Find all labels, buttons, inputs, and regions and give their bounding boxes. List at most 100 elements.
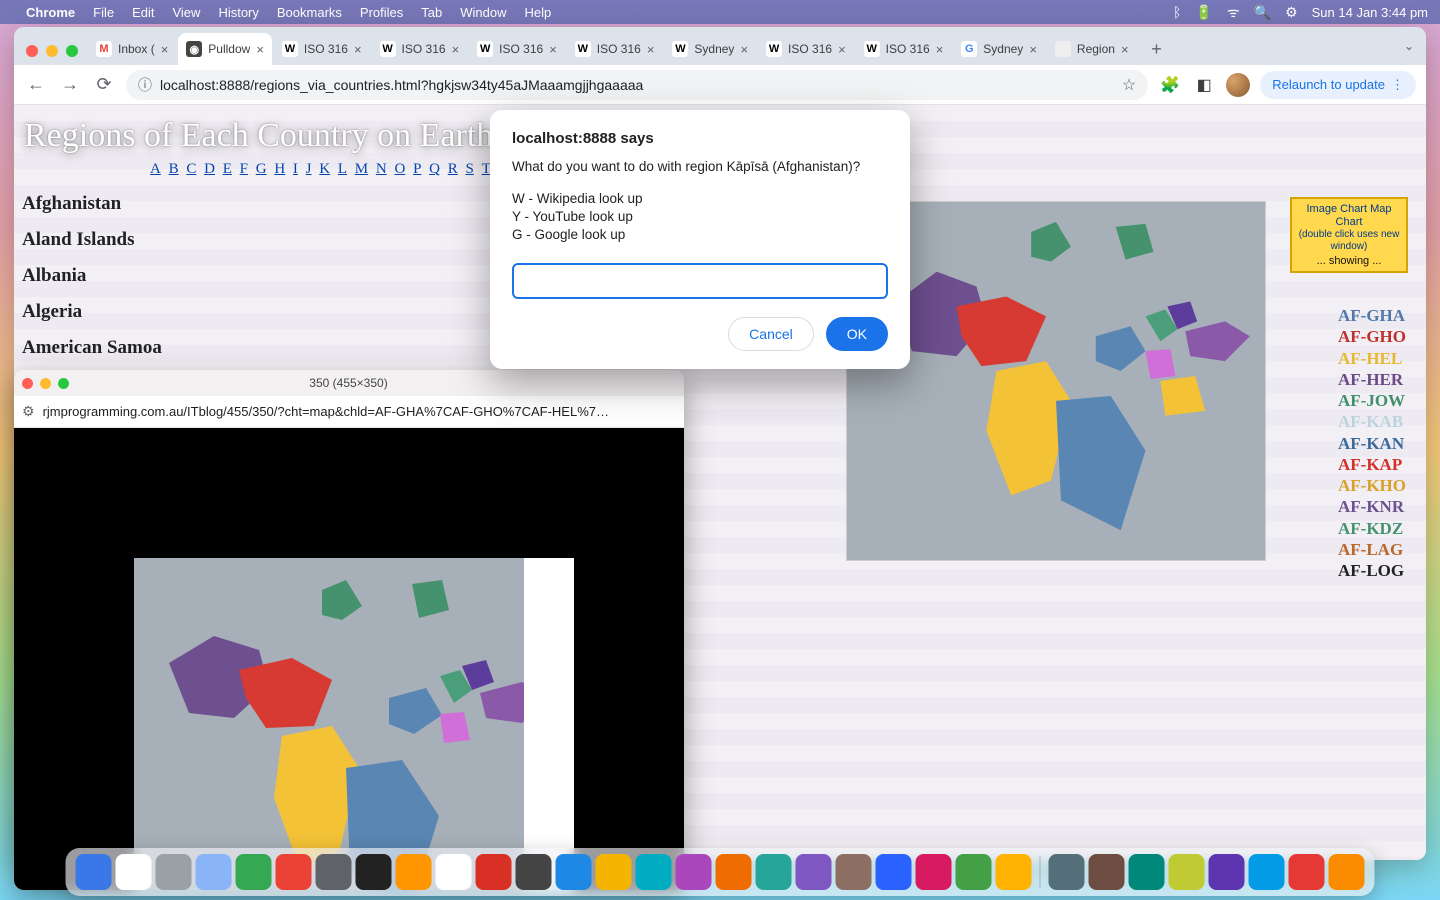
dock-app-icon[interactable] (76, 854, 112, 890)
dock-app-icon[interactable] (1129, 854, 1165, 890)
alpha-link[interactable]: E (223, 161, 232, 177)
dock-app-icon[interactable] (996, 854, 1032, 890)
dock-app-icon[interactable] (396, 854, 432, 890)
popup-close-button[interactable] (22, 378, 33, 389)
alpha-link[interactable]: I (293, 161, 298, 177)
dialog-ok-button[interactable]: OK (826, 317, 888, 351)
alpha-link[interactable]: N (376, 161, 387, 177)
alpha-link[interactable]: C (186, 161, 196, 177)
region-code[interactable]: AF-HEL (1338, 348, 1406, 369)
maximize-window-button[interactable] (66, 45, 78, 57)
menu-edit[interactable]: Edit (132, 5, 154, 20)
region-code[interactable]: AF-KHO (1338, 475, 1406, 496)
browser-tab[interactable]: MInbox (× (88, 33, 176, 65)
dock-app-icon[interactable] (436, 854, 472, 890)
dock-app-icon[interactable] (916, 854, 952, 890)
alpha-link[interactable]: B (169, 161, 179, 177)
dock-app-icon[interactable] (716, 854, 752, 890)
dock-app-icon[interactable] (476, 854, 512, 890)
tab-close-icon[interactable]: × (161, 42, 169, 57)
extensions-icon[interactable]: 🧩 (1158, 75, 1182, 95)
dock-app-icon[interactable] (276, 854, 312, 890)
popup-site-settings-icon[interactable]: ⚙ (22, 403, 35, 420)
dialog-input[interactable] (512, 263, 888, 299)
control-center-icon[interactable]: ⚙ (1285, 4, 1298, 21)
dock-app-icon[interactable] (236, 854, 272, 890)
tab-close-icon[interactable]: × (740, 42, 748, 57)
dock-app-icon[interactable] (956, 854, 992, 890)
dock-app-icon[interactable] (636, 854, 672, 890)
menu-file[interactable]: File (93, 5, 114, 20)
reload-button[interactable]: ⟳ (92, 74, 116, 95)
popup-minimize-button[interactable] (40, 378, 51, 389)
region-code[interactable]: AF-KAP (1338, 454, 1406, 475)
bookmark-star-icon[interactable]: ☆ (1122, 75, 1136, 95)
browser-tab[interactable]: WSydney× (664, 33, 756, 65)
dock-app-icon[interactable] (156, 854, 192, 890)
dock-app-icon[interactable] (1249, 854, 1285, 890)
dock-app-icon[interactable] (1209, 854, 1245, 890)
forward-button[interactable]: → (58, 74, 82, 95)
battery-icon[interactable]: 🔋 (1195, 4, 1212, 21)
region-code[interactable]: AF-JOW (1338, 390, 1406, 411)
menu-tab[interactable]: Tab (421, 5, 442, 20)
popup-url[interactable]: rjmprogramming.com.au/ITblog/455/350/?ch… (43, 404, 676, 419)
menu-window[interactable]: Window (460, 5, 506, 20)
new-tab-button[interactable]: + (1143, 35, 1171, 63)
dock-app-icon[interactable] (836, 854, 872, 890)
menu-view[interactable]: View (172, 5, 200, 20)
tab-close-icon[interactable]: × (936, 42, 944, 57)
alpha-link[interactable]: A (150, 161, 161, 177)
tab-close-icon[interactable]: × (549, 42, 557, 57)
alpha-link[interactable]: O (394, 161, 405, 177)
tab-close-icon[interactable]: × (1121, 42, 1129, 57)
relaunch-button[interactable]: Relaunch to update ⋮ (1260, 71, 1416, 99)
dock-app-icon[interactable] (1089, 854, 1125, 890)
alpha-link[interactable]: M (355, 161, 368, 177)
region-code[interactable]: AF-KAB (1338, 411, 1406, 432)
browser-tab[interactable]: WISO 316× (469, 33, 565, 65)
site-info-icon[interactable]: ⓘ (138, 75, 152, 95)
alpha-link[interactable]: Q (429, 161, 440, 177)
browser-tab[interactable]: ◉Pulldow× (178, 33, 272, 65)
alpha-link[interactable]: J (306, 161, 312, 177)
dock-app-icon[interactable] (676, 854, 712, 890)
browser-tab[interactable]: WISO 316× (856, 33, 952, 65)
alpha-link[interactable]: F (240, 161, 248, 177)
chrome-menu-icon[interactable]: ⋮ (1391, 77, 1404, 93)
bluetooth-icon[interactable]: ᛒ (1173, 4, 1181, 20)
tab-overflow-button[interactable]: ⌄ (1398, 35, 1420, 57)
dock-app-icon[interactable] (876, 854, 912, 890)
alpha-link[interactable]: L (338, 161, 347, 177)
dock-app-icon[interactable] (1329, 854, 1365, 890)
popup-maximize-button[interactable] (58, 378, 69, 389)
menu-bookmarks[interactable]: Bookmarks (277, 5, 342, 20)
image-chart-map-box[interactable]: Image Chart Map Chart (double click uses… (1290, 197, 1408, 273)
dock-app-icon[interactable] (556, 854, 592, 890)
browser-tab[interactable]: WISO 316× (758, 33, 854, 65)
side-panel-icon[interactable]: ◧ (1192, 75, 1216, 95)
browser-tab[interactable]: Region× (1047, 33, 1137, 65)
dock-app-icon[interactable] (1289, 854, 1325, 890)
menu-profiles[interactable]: Profiles (360, 5, 403, 20)
region-code[interactable]: AF-KNR (1338, 496, 1406, 517)
dock-app-icon[interactable] (116, 854, 152, 890)
dock-app-icon[interactable] (316, 854, 352, 890)
app-menu[interactable]: Chrome (26, 5, 75, 20)
back-button[interactable]: ← (24, 74, 48, 95)
minimize-window-button[interactable] (46, 45, 58, 57)
menubar-clock[interactable]: Sun 14 Jan 3:44 pm (1312, 5, 1428, 20)
alpha-link[interactable]: R (448, 161, 458, 177)
region-code[interactable]: AF-LOG (1338, 560, 1406, 581)
dock-app-icon[interactable] (516, 854, 552, 890)
alpha-link[interactable]: D (204, 161, 215, 177)
profile-avatar[interactable] (1226, 73, 1250, 97)
dock-app-icon[interactable] (796, 854, 832, 890)
dock-app-icon[interactable] (356, 854, 392, 890)
spotlight-icon[interactable]: 🔍 (1254, 4, 1271, 21)
region-code[interactable]: AF-KAN (1338, 433, 1406, 454)
dock-app-icon[interactable] (596, 854, 632, 890)
tab-close-icon[interactable]: × (1029, 42, 1037, 57)
dock-app-icon[interactable] (1169, 854, 1205, 890)
tab-close-icon[interactable]: × (256, 42, 264, 57)
